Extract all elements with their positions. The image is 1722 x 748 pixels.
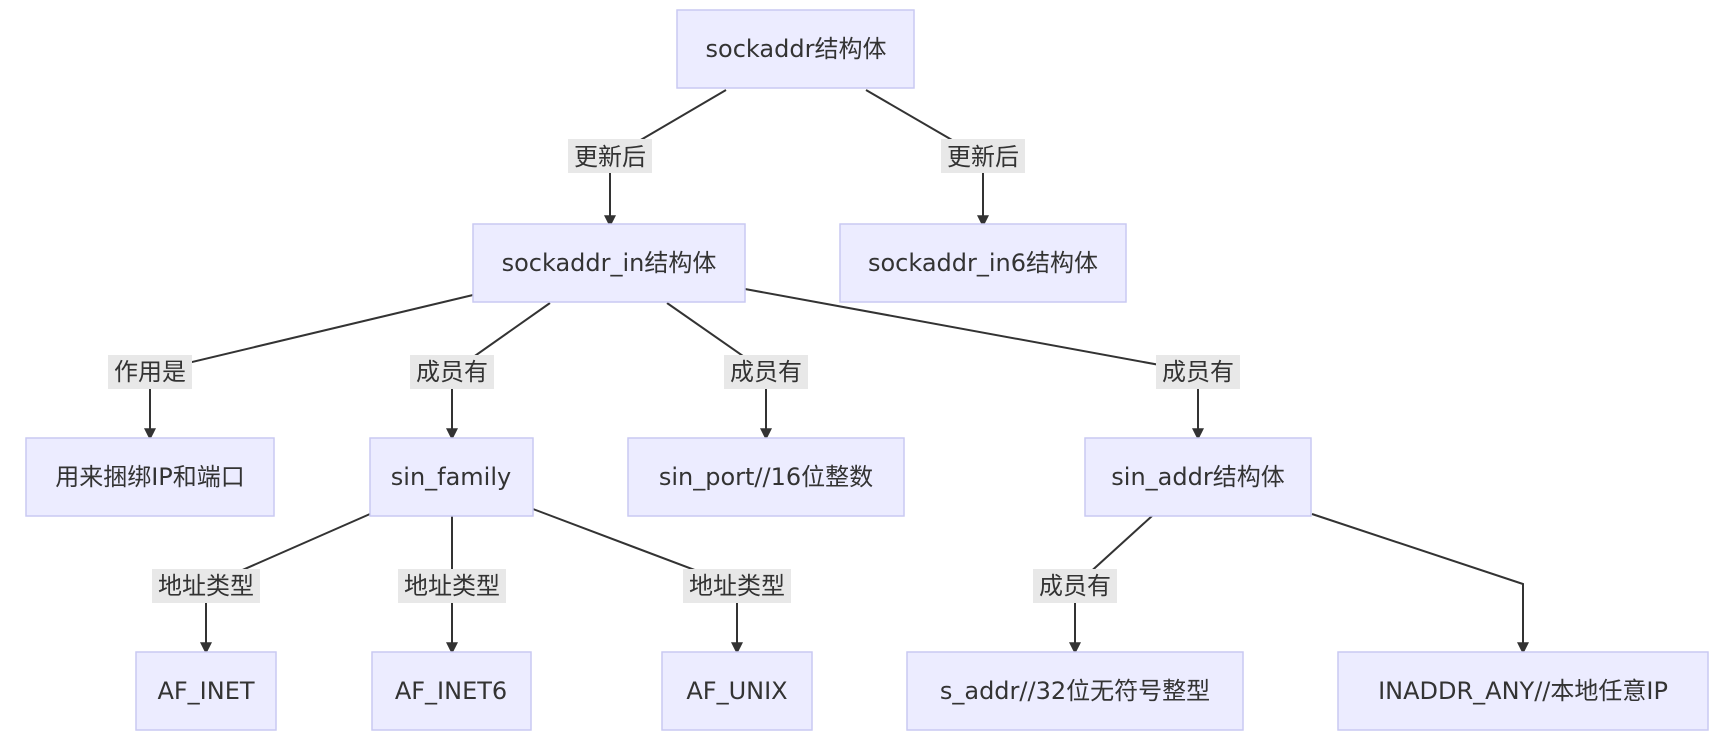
- node-sockaddr: sockaddr结构体: [676, 9, 915, 89]
- svg-text:地址类型: 地址类型: [689, 572, 785, 600]
- svg-text:地址类型: 地址类型: [404, 572, 500, 600]
- edge-label-in-to-purpose: 作用是: [108, 355, 192, 389]
- svg-text:成员有: 成员有: [1039, 572, 1111, 600]
- svg-text:INADDR_ANY//本地任意IP: INADDR_ANY//本地任意IP: [1378, 677, 1668, 705]
- node-af-unix: AF_UNIX: [661, 651, 813, 731]
- svg-text:成员有: 成员有: [730, 358, 802, 386]
- edge-label-addr-to-saddr: 成员有: [1033, 569, 1117, 603]
- svg-text:AF_INET6: AF_INET6: [395, 677, 507, 705]
- svg-text:sockaddr结构体: sockaddr结构体: [706, 35, 887, 63]
- edges: [144, 89, 1529, 655]
- node-sockaddr-in: sockaddr_in结构体: [472, 223, 746, 303]
- svg-text:sin_family: sin_family: [391, 463, 511, 491]
- node-purpose: 用来捆绑IP和端口: [25, 437, 275, 517]
- diagram-canvas: 更新后 更新后 作用是 成员有 成员有 成员有 地址类型 地址类型 地址类型 成…: [25, 9, 1709, 731]
- edge-label-family-to-inet6: 地址类型: [398, 569, 506, 603]
- svg-text:地址类型: 地址类型: [158, 572, 254, 600]
- node-sin-addr: sin_addr结构体: [1084, 437, 1312, 517]
- nodes: sockaddr结构体 sockaddr_in结构体 sockaddr_in6结…: [25, 9, 1709, 731]
- svg-text:sockaddr_in结构体: sockaddr_in结构体: [502, 249, 717, 277]
- svg-text:成员有: 成员有: [416, 358, 488, 386]
- svg-text:AF_INET: AF_INET: [157, 677, 254, 705]
- svg-text:s_addr//32位无符号整型: s_addr//32位无符号整型: [940, 677, 1210, 705]
- node-af-inet: AF_INET: [135, 651, 277, 731]
- svg-text:更新后: 更新后: [947, 143, 1019, 171]
- svg-text:sockaddr_in6结构体: sockaddr_in6结构体: [868, 249, 1098, 277]
- edge-label-in-to-port: 成员有: [724, 355, 808, 389]
- node-s-addr: s_addr//32位无符号整型: [906, 651, 1244, 731]
- svg-text:用来捆绑IP和端口: 用来捆绑IP和端口: [55, 463, 245, 491]
- svg-text:sin_port//16位整数: sin_port//16位整数: [659, 463, 873, 491]
- edge-labels: 更新后 更新后 作用是 成员有 成员有 成员有 地址类型 地址类型 地址类型 成…: [108, 139, 1240, 603]
- node-sin-port: sin_port//16位整数: [627, 437, 905, 517]
- edge-label-family-to-inet: 地址类型: [152, 569, 260, 603]
- edge-label-in-to-family: 成员有: [410, 355, 494, 389]
- svg-text:更新后: 更新后: [574, 143, 646, 171]
- edge-addr-to-inaddr-any: [1311, 513, 1529, 655]
- svg-text:AF_UNIX: AF_UNIX: [686, 677, 787, 705]
- svg-text:sin_addr结构体: sin_addr结构体: [1111, 463, 1284, 491]
- edge-label-sockaddr-to-in6: 更新后: [941, 139, 1025, 173]
- edge-label-in-to-addr: 成员有: [1156, 355, 1240, 389]
- node-sockaddr-in6: sockaddr_in6结构体: [839, 223, 1127, 303]
- svg-text:作用是: 作用是: [114, 358, 186, 386]
- edge-label-family-to-unix: 地址类型: [683, 569, 791, 603]
- svg-text:成员有: 成员有: [1162, 358, 1234, 386]
- node-af-inet6: AF_INET6: [371, 651, 532, 731]
- node-sin-family: sin_family: [369, 437, 534, 517]
- edge-in-to-addr: [744, 288, 1204, 441]
- edge-label-sockaddr-to-in: 更新后: [568, 139, 652, 173]
- node-inaddr-any: INADDR_ANY//本地任意IP: [1337, 651, 1709, 731]
